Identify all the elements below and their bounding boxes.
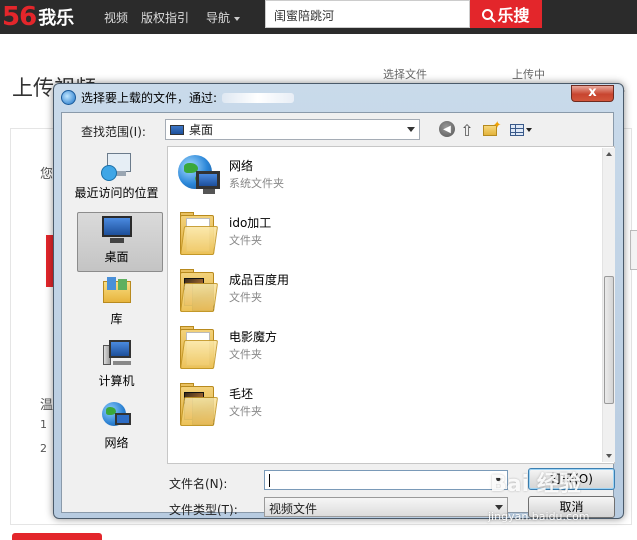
step-uploading: 上传中 <box>512 68 545 81</box>
site-search-button[interactable]: 乐搜 <box>470 0 542 28</box>
computer-icon <box>101 339 133 369</box>
up-folder-icon[interactable]: ⇧ <box>460 121 474 140</box>
step-select-file: 选择文件 <box>383 68 427 81</box>
folder-icon <box>178 269 219 313</box>
place-label: 计算机 <box>98 374 135 388</box>
file-name: ido加工 <box>229 216 272 230</box>
bg-text-2: 温 <box>40 398 54 413</box>
place-label: 网络 <box>104 436 129 450</box>
nav-navigation-label: 导航 <box>206 11 231 25</box>
scroll-thumb[interactable] <box>604 276 614 404</box>
bg-text-3: 1 <box>40 418 47 431</box>
file-list: 网络 系统文件夹 ido加工 文件夹 成品百度用 文件夹 电影魔方 文件夹 毛坯 <box>167 146 615 464</box>
lookin-dropdown[interactable]: 桌面 <box>165 119 420 140</box>
logo-text: 我乐 <box>38 8 75 29</box>
file-open-dialog: 选择要上载的文件，通过: x 查找范围(I): 桌面 ◀ ⇧ ✦ 最近访问的位置 <box>53 83 624 519</box>
desktop-icon <box>100 215 134 245</box>
network-icon <box>178 155 220 199</box>
file-type: 文件夹 <box>229 348 262 361</box>
search-icon <box>482 8 494 20</box>
vertical-scrollbar[interactable] <box>602 148 615 462</box>
file-name: 电影魔方 <box>229 330 278 344</box>
places-bar: 最近访问的位置 桌面 库 计算机 网络 <box>69 146 164 461</box>
network-icon <box>101 401 133 431</box>
place-recent[interactable]: 最近访问的位置 <box>69 151 164 201</box>
close-button[interactable]: x <box>571 85 614 102</box>
bg-text-1: 您 <box>40 167 54 182</box>
file-item-network[interactable]: 网络 系统文件夹 <box>172 151 592 203</box>
scroll-up-icon[interactable] <box>606 152 612 156</box>
site-logo[interactable]: 56 我乐 <box>0 0 74 34</box>
view-menu-button[interactable] <box>508 121 534 139</box>
place-label: 库 <box>110 312 123 326</box>
watermark-url: jingyan.baidu.com <box>488 510 590 523</box>
file-type: 文件夹 <box>229 234 262 247</box>
back-arrow-icon[interactable]: ◀ <box>439 121 455 137</box>
bg-bottom-tab[interactable] <box>12 533 102 540</box>
filename-label: 文件名(N): <box>169 477 228 491</box>
bg-text-4: 2 <box>40 442 47 455</box>
chevron-down-icon <box>234 16 241 21</box>
filetype-value: 视频文件 <box>269 502 318 516</box>
libraries-icon <box>101 277 133 307</box>
watermark: Bai 经验 <box>490 472 581 497</box>
lookin-value: 桌面 <box>189 123 214 137</box>
search-button-label: 乐搜 <box>497 6 530 25</box>
file-type: 文件夹 <box>229 405 262 418</box>
place-computer[interactable]: 计算机 <box>69 339 164 389</box>
filename-input[interactable] <box>264 470 508 490</box>
file-name: 成品百度用 <box>229 273 290 287</box>
site-header: 56 我乐 视频 版权指引 导航 闺蜜陪跳河 乐搜 <box>0 0 637 34</box>
file-name: 网络 <box>229 159 254 173</box>
logo-number: 56 <box>2 2 37 32</box>
place-libraries[interactable]: 库 <box>69 277 164 327</box>
folder-icon <box>178 212 219 256</box>
redacted-text <box>222 92 295 103</box>
recent-places-icon <box>100 151 133 181</box>
file-item-movie-maker[interactable]: 电影魔方 文件夹 <box>172 322 592 374</box>
place-label: 最近访问的位置 <box>74 186 159 200</box>
filetype-label: 文件类型(T): <box>169 503 238 517</box>
dialog-titlebar: 选择要上载的文件，通过: <box>61 89 295 106</box>
text-caret <box>269 474 270 487</box>
lookin-label: 查找范围(I): <box>81 125 146 139</box>
site-search-input[interactable]: 闺蜜陪跳河 <box>265 0 470 28</box>
new-folder-icon[interactable]: ✦ <box>482 120 501 139</box>
nav-navigation[interactable]: 导航 <box>206 9 241 26</box>
place-desktop[interactable]: 桌面 <box>69 212 164 272</box>
scroll-down-icon[interactable] <box>606 454 612 458</box>
folder-icon <box>178 383 219 427</box>
file-item-ido[interactable]: ido加工 文件夹 <box>172 208 592 260</box>
filetype-dropdown[interactable]: 视频文件 <box>264 497 508 517</box>
place-network[interactable]: 网络 <box>69 401 164 451</box>
file-item-baidu[interactable]: 成品百度用 文件夹 <box>172 265 592 317</box>
browser-icon <box>61 90 76 105</box>
bg-side-tab[interactable] <box>630 230 637 270</box>
nav-video[interactable]: 视频 <box>104 9 128 26</box>
view-grid-icon <box>510 124 524 136</box>
dialog-body: 查找范围(I): 桌面 ◀ ⇧ ✦ 最近访问的位置 桌面 库 计算机 网络 网络… <box>61 112 615 518</box>
place-label: 桌面 <box>104 250 129 264</box>
folder-icon <box>178 326 219 370</box>
dialog-title: 选择要上载的文件，通过: <box>81 91 218 105</box>
file-item-raw[interactable]: 毛坯 文件夹 <box>172 379 592 431</box>
file-type: 文件夹 <box>229 291 262 304</box>
chevron-down-icon <box>526 128 532 132</box>
desktop-icon <box>170 124 184 135</box>
file-name: 毛坯 <box>229 387 254 401</box>
file-type: 系统文件夹 <box>229 177 284 190</box>
nav-copyright-guide[interactable]: 版权指引 <box>141 9 189 26</box>
chevron-down-icon <box>407 127 415 132</box>
